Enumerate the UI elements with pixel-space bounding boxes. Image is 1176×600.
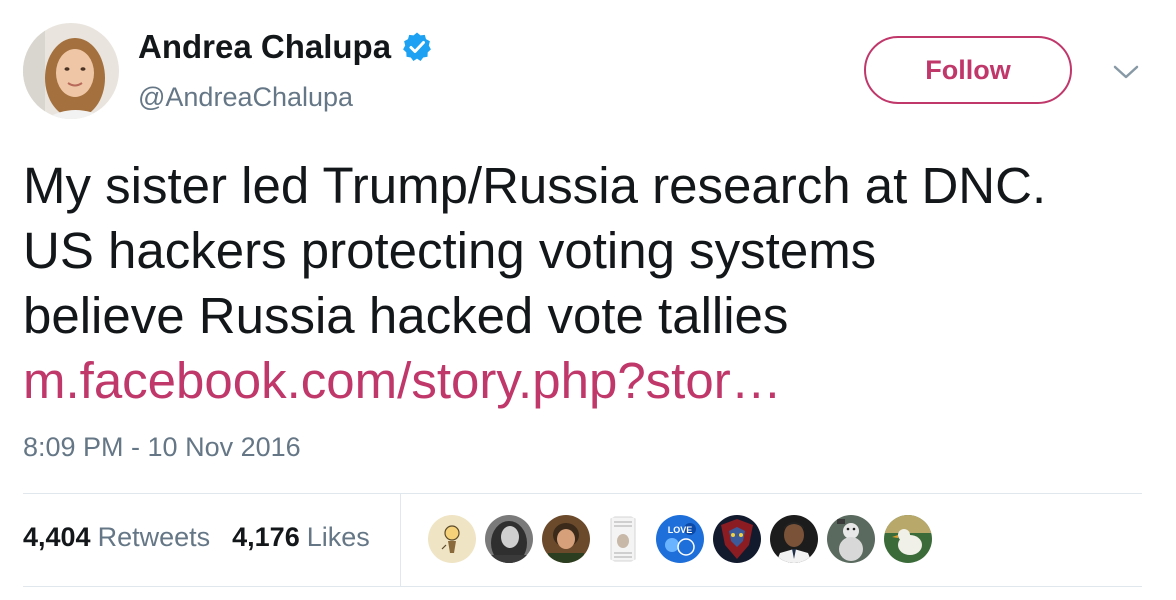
tweet-stats: 4,404 Retweets 4,176 Likes [23,522,370,553]
likes-count: 4,176 [232,522,300,552]
liker-avatar-cartoon[interactable] [428,515,476,563]
likers-list: LOVE [428,515,941,563]
liker-avatar-bird[interactable] [884,515,932,563]
divider [23,586,1142,587]
tweet-text-line: My sister led Trump/Russia research at D… [23,157,1047,214]
author-handle[interactable]: @AndreaChalupa [138,82,353,113]
liker-avatar-superhero[interactable] [713,515,761,563]
likes-stat[interactable]: 4,176 Likes [232,522,370,553]
liker-avatar-woman[interactable] [485,515,533,563]
liker-avatar-love[interactable]: LOVE [656,515,704,563]
divider [400,494,401,586]
liker-avatar-person[interactable] [542,515,590,563]
liker-avatar-man[interactable] [770,515,818,563]
tweet-text-line: US hackers protecting voting systems [23,222,877,279]
verified-badge-icon [401,31,433,63]
retweets-label: Retweets [97,522,211,552]
retweets-stat[interactable]: 4,404 Retweets [23,522,210,553]
tweet-timestamp[interactable]: 8:09 PM - 10 Nov 2016 [23,432,301,463]
liker-avatar-document[interactable] [599,515,647,563]
liker-avatar-snowman[interactable] [827,515,875,563]
follow-button[interactable]: Follow [864,36,1072,104]
tweet-text: My sister led Trump/Russia research at D… [23,153,1153,413]
chevron-down-icon[interactable] [1112,62,1140,82]
divider [23,493,1142,494]
tweet-text-line: believe Russia hacked vote tallies [23,287,789,344]
author-avatar[interactable] [23,23,119,119]
retweets-count: 4,404 [23,522,91,552]
author-name[interactable]: Andrea Chalupa [138,28,391,66]
tweet-link[interactable]: m.facebook.com/story.php?stor… [23,348,1153,413]
likes-label: Likes [306,522,370,552]
author-name-row[interactable]: Andrea Chalupa [138,28,433,66]
svg-text:LOVE: LOVE [668,525,693,535]
